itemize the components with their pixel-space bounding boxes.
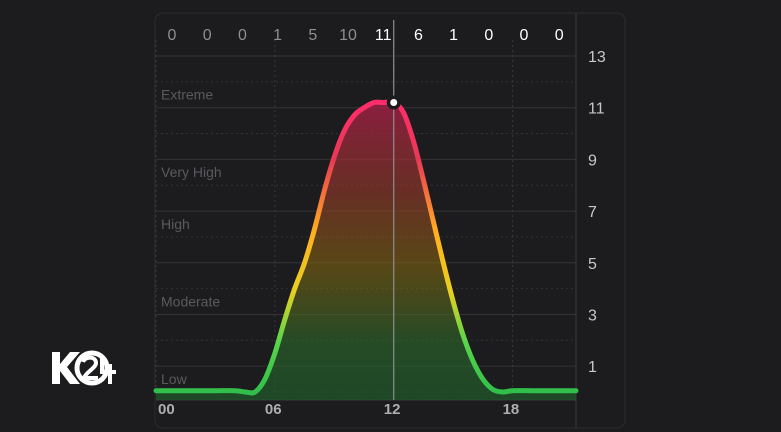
x-tick-label: 12 — [384, 401, 401, 418]
y-tick-label: 9 — [588, 152, 597, 169]
hourly-value: 6 — [414, 27, 423, 44]
hourly-value: 1 — [449, 27, 458, 44]
hourly-value: 10 — [339, 27, 357, 44]
k24-watermark-logo — [52, 350, 116, 386]
hourly-value: 0 — [168, 27, 177, 44]
hourly-value: 11 — [375, 27, 392, 44]
level-band-label: Moderate — [161, 293, 220, 309]
hourly-value: 0 — [484, 27, 493, 44]
y-tick-label: 7 — [588, 204, 597, 221]
hourly-value: 0 — [238, 27, 247, 44]
hourly-value: 0 — [555, 27, 564, 44]
hourly-value: 0 — [520, 27, 529, 44]
y-tick-label: 1 — [588, 359, 597, 376]
x-tick-label: 06 — [265, 401, 282, 418]
hourly-value: 5 — [308, 27, 317, 44]
level-band-label: Very High — [161, 164, 222, 180]
y-tick-label: 5 — [588, 256, 597, 273]
x-tick-label: 00 — [158, 401, 175, 418]
x-tick-label: 18 — [503, 401, 520, 418]
cursor-point — [390, 99, 398, 107]
uv-index-chart-screen: Extreme Very High High Moderate Low 0 0 0 1 5 10 1… — [0, 0, 781, 432]
level-band-label: Low — [161, 371, 188, 387]
level-band-label: High — [161, 216, 190, 232]
y-tick-label: 13 — [588, 49, 606, 66]
hourly-value: 0 — [203, 27, 212, 44]
y-tick-label: 11 — [588, 101, 605, 118]
hourly-value: 1 — [273, 27, 282, 44]
level-band-label: Extreme — [161, 87, 213, 103]
y-tick-label: 3 — [588, 307, 597, 324]
